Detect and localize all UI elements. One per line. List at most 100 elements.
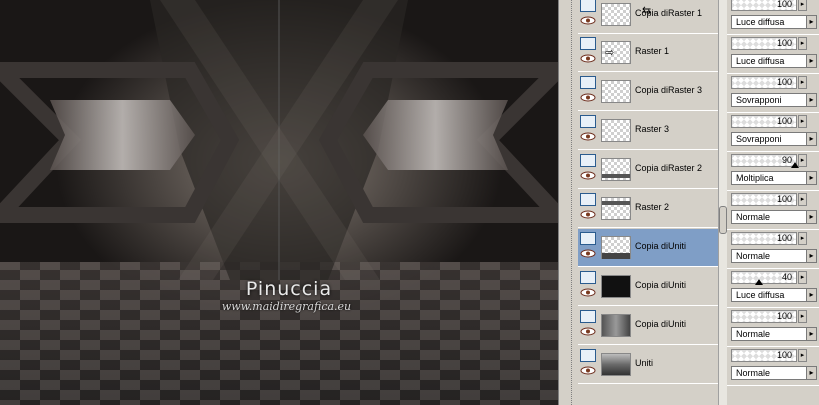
opacity-field[interactable]: 40 bbox=[731, 271, 797, 284]
layer-props-row: 90 ▸ Moltiplica ▸ bbox=[727, 152, 819, 191]
blend-mode-select[interactable]: Luce diffusa bbox=[731, 54, 807, 68]
opacity-spinner[interactable]: ▸ bbox=[798, 154, 807, 167]
layer-visibility-icon[interactable] bbox=[580, 115, 596, 128]
layer-row[interactable]: ⇨ Raster 1 bbox=[578, 34, 719, 72]
layer-visibility-icon[interactable] bbox=[580, 37, 596, 50]
blend-dropdown-arrow-icon[interactable]: ▸ bbox=[806, 171, 817, 185]
layer-props-row: 100 ▸ Luce diffusa ▸ bbox=[727, 35, 819, 74]
arrow-right-icon: ⇨ bbox=[605, 47, 615, 59]
opacity-field[interactable]: 100 bbox=[731, 76, 797, 89]
eye-icon[interactable] bbox=[580, 132, 596, 141]
eye-icon[interactable] bbox=[580, 249, 596, 258]
watermark-title: Pinuccia bbox=[245, 278, 333, 300]
layer-name: Raster 3 bbox=[635, 124, 670, 134]
layer-visibility-icon[interactable] bbox=[580, 193, 596, 206]
layer-row[interactable]: Uniti bbox=[578, 346, 719, 384]
layer-row[interactable]: Raster 3 bbox=[578, 112, 719, 150]
opacity-spinner[interactable]: ▸ bbox=[798, 37, 807, 50]
image-canvas[interactable]: Pinuccia www.maidiregrafica.eu bbox=[0, 0, 558, 405]
layer-thumbnail: ⇨ bbox=[601, 41, 631, 64]
opacity-field[interactable]: 90 bbox=[731, 154, 797, 167]
opacity-spinner[interactable]: ▸ bbox=[798, 232, 807, 245]
layer-visibility-icon[interactable] bbox=[580, 310, 596, 323]
blend-mode-select[interactable]: Luce diffusa bbox=[731, 15, 807, 29]
layer-props-row: 100 ▸ Normale ▸ bbox=[727, 191, 819, 230]
opacity-field[interactable]: 100 bbox=[731, 349, 797, 362]
blend-mode-select[interactable]: Normale bbox=[731, 249, 807, 263]
layer-row[interactable]: ⇆ Copia diRaster 1 bbox=[578, 0, 719, 34]
opacity-spinner[interactable]: ▸ bbox=[798, 271, 807, 284]
layer-thumbnail bbox=[601, 197, 631, 220]
blend-mode-select[interactable]: Sovrapponi bbox=[731, 93, 807, 107]
layer-thumbnail bbox=[601, 80, 631, 103]
layer-properties-panel: 100 ▸ Luce diffusa ▸ 100 ▸ Luce diffusa … bbox=[727, 0, 819, 405]
layer-name: Uniti bbox=[635, 358, 654, 368]
layer-row-selected[interactable]: Copia diUniti bbox=[578, 229, 719, 267]
layer-props-row: 100 ▸ Normale ▸ bbox=[727, 230, 819, 269]
blend-mode-select[interactable]: Moltiplica bbox=[731, 171, 807, 185]
blend-mode-select[interactable]: Normale bbox=[731, 210, 807, 224]
eye-icon[interactable] bbox=[580, 54, 596, 63]
opacity-field[interactable]: 100 bbox=[731, 0, 797, 11]
layer-row[interactable]: Copia diRaster 2 bbox=[578, 151, 719, 189]
blend-dropdown-arrow-icon[interactable]: ▸ bbox=[806, 366, 817, 380]
blend-dropdown-arrow-icon[interactable]: ▸ bbox=[806, 249, 817, 263]
opacity-field[interactable]: 100 bbox=[731, 115, 797, 128]
layer-visibility-icon[interactable] bbox=[580, 0, 596, 12]
layers-scrollbar[interactable] bbox=[718, 0, 727, 405]
opacity-spinner[interactable]: ▸ bbox=[798, 0, 807, 11]
opacity-spinner[interactable]: ▸ bbox=[798, 349, 807, 362]
blend-mode-select[interactable]: Sovrapponi bbox=[731, 132, 807, 146]
blend-mode-select[interactable]: Luce diffusa bbox=[731, 288, 807, 302]
blend-dropdown-arrow-icon[interactable]: ▸ bbox=[806, 327, 817, 341]
blend-dropdown-arrow-icon[interactable]: ▸ bbox=[806, 93, 817, 107]
opacity-spinner[interactable]: ▸ bbox=[798, 310, 807, 323]
blend-dropdown-arrow-icon[interactable]: ▸ bbox=[806, 15, 817, 29]
layer-visibility-icon[interactable] bbox=[580, 232, 596, 245]
eye-icon[interactable] bbox=[580, 16, 596, 25]
layers-panel: ⇆ Copia diRaster 1 ⇨ Raster 1 Copia diRa… bbox=[568, 0, 719, 405]
opacity-field[interactable]: 100 bbox=[731, 310, 797, 323]
opacity-slider-marker[interactable] bbox=[755, 279, 763, 285]
layer-visibility-icon[interactable] bbox=[580, 76, 596, 89]
eye-icon[interactable] bbox=[580, 288, 596, 297]
eye-icon[interactable] bbox=[580, 93, 596, 102]
layer-row[interactable]: Copia diUniti bbox=[578, 268, 719, 306]
watermark-url: www.maidiregrafica.eu bbox=[221, 300, 352, 313]
layer-thumbnail bbox=[601, 119, 631, 142]
artwork bbox=[0, 0, 558, 405]
opacity-spinner[interactable]: ▸ bbox=[798, 115, 807, 128]
layer-row[interactable]: Copia diRaster 3 bbox=[578, 73, 719, 111]
layer-thumbnail bbox=[601, 314, 631, 337]
layer-thumbnail: ⇆ bbox=[601, 3, 651, 26]
layer-visibility-icon[interactable] bbox=[580, 349, 596, 362]
eye-icon[interactable] bbox=[580, 210, 596, 219]
blend-dropdown-arrow-icon[interactable]: ▸ bbox=[806, 132, 817, 146]
layer-visibility-icon[interactable] bbox=[580, 154, 596, 167]
blend-mode-select[interactable]: Normale bbox=[731, 327, 807, 341]
layer-props-row: 100 ▸ Normale ▸ bbox=[727, 308, 819, 347]
layer-props-row: 100 ▸ Luce diffusa ▸ bbox=[727, 0, 819, 35]
opacity-spinner[interactable]: ▸ bbox=[798, 76, 807, 89]
opacity-field[interactable]: 100 bbox=[731, 232, 797, 245]
layer-props-row: 100 ▸ Sovrapponi ▸ bbox=[727, 74, 819, 113]
layer-name: Raster 2 bbox=[635, 202, 670, 212]
layer-thumbnail bbox=[601, 353, 631, 376]
blend-dropdown-arrow-icon[interactable]: ▸ bbox=[806, 54, 817, 68]
eye-icon[interactable] bbox=[580, 327, 596, 336]
eye-icon[interactable] bbox=[580, 366, 596, 375]
scrollbar-thumb[interactable] bbox=[719, 206, 727, 234]
layer-thumbnail bbox=[601, 236, 631, 259]
opacity-field[interactable]: 100 bbox=[731, 193, 797, 206]
blend-dropdown-arrow-icon[interactable]: ▸ bbox=[806, 210, 817, 224]
opacity-spinner[interactable]: ▸ bbox=[798, 193, 807, 206]
blend-dropdown-arrow-icon[interactable]: ▸ bbox=[806, 288, 817, 302]
opacity-field[interactable]: 100 bbox=[731, 37, 797, 50]
blend-mode-select[interactable]: Normale bbox=[731, 366, 807, 380]
layer-row[interactable]: Raster 2 bbox=[578, 190, 719, 228]
layer-name: Copia diUniti bbox=[635, 280, 687, 290]
layer-visibility-icon[interactable] bbox=[580, 271, 596, 284]
layer-row[interactable]: Copia diUniti bbox=[578, 307, 719, 345]
eye-icon[interactable] bbox=[580, 171, 596, 180]
layer-name: Copia diUniti bbox=[635, 319, 687, 329]
